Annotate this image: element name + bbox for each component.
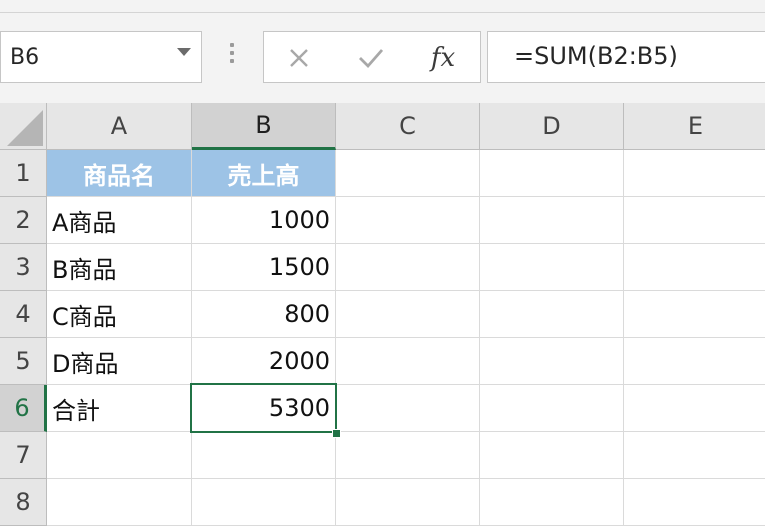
column-header-c[interactable]: C — [336, 103, 480, 150]
cell-a1[interactable]: 商品名 — [47, 150, 192, 197]
row-header-6[interactable]: 6 — [0, 385, 47, 432]
cell-c1[interactable] — [336, 150, 480, 197]
cell-e6[interactable] — [624, 385, 765, 432]
name-box-value: B6 — [10, 45, 40, 70]
cell-c3[interactable] — [336, 244, 480, 291]
cell-a3[interactable]: B商品 — [47, 244, 192, 291]
fill-handle[interactable] — [332, 429, 341, 438]
formula-text: =SUM(B2:B5) — [514, 42, 678, 70]
cell-e2[interactable] — [624, 197, 765, 244]
cell-b2[interactable]: 1000 — [192, 197, 336, 244]
cell-a6[interactable]: 合計 — [47, 385, 192, 432]
cell-b7[interactable] — [192, 432, 336, 479]
cell-d3[interactable] — [480, 244, 624, 291]
cell-c6[interactable] — [336, 385, 480, 432]
formula-buttons: fx — [263, 31, 481, 83]
cell-d2[interactable] — [480, 197, 624, 244]
row-header-3[interactable]: 3 — [0, 244, 47, 291]
cell-e8[interactable] — [624, 479, 765, 526]
cell-e7[interactable] — [624, 432, 765, 479]
row-header-1[interactable]: 1 — [0, 150, 47, 197]
row-header-2[interactable]: 2 — [0, 197, 47, 244]
cell-b4[interactable]: 800 — [192, 291, 336, 338]
row-header-8[interactable]: 8 — [0, 479, 47, 526]
close-icon — [290, 49, 308, 67]
row-header-5[interactable]: 5 — [0, 338, 47, 385]
cell-b6[interactable]: 5300 — [192, 385, 336, 432]
insert-function-button[interactable]: fx — [420, 40, 466, 76]
cell-c5[interactable] — [336, 338, 480, 385]
cell-d4[interactable] — [480, 291, 624, 338]
spreadsheet-grid: A B C D E 1 2 3 4 5 6 7 8 商品名 売上高 A商品 10… — [0, 103, 765, 526]
column-header-d[interactable]: D — [480, 103, 624, 150]
row-header-4[interactable]: 4 — [0, 291, 47, 338]
cell-b5[interactable]: 2000 — [192, 338, 336, 385]
column-header-a[interactable]: A — [47, 103, 192, 150]
cell-d5[interactable] — [480, 338, 624, 385]
cell-a4[interactable]: C商品 — [47, 291, 192, 338]
cell-e3[interactable] — [624, 244, 765, 291]
cell-d8[interactable] — [480, 479, 624, 526]
cell-d1[interactable] — [480, 150, 624, 197]
cell-b3[interactable]: 1500 — [192, 244, 336, 291]
check-icon — [359, 49, 384, 69]
cell-a7[interactable] — [47, 432, 192, 479]
column-header-e[interactable]: E — [624, 103, 765, 150]
cell-a5[interactable]: D商品 — [47, 338, 192, 385]
cell-c2[interactable] — [336, 197, 480, 244]
cell-c8[interactable] — [336, 479, 480, 526]
cell-d7[interactable] — [480, 432, 624, 479]
ribbon-strip — [0, 0, 765, 13]
select-all-button[interactable] — [0, 103, 47, 150]
name-box[interactable]: B6 — [0, 31, 202, 83]
select-all-icon — [7, 110, 43, 146]
cell-b8[interactable] — [192, 479, 336, 526]
cell-d6[interactable] — [480, 385, 624, 432]
cell-c7[interactable] — [336, 432, 480, 479]
cell-b1[interactable]: 売上高 — [192, 150, 336, 197]
cell-c4[interactable] — [336, 291, 480, 338]
cancel-button[interactable] — [276, 40, 322, 76]
cell-a2[interactable]: A商品 — [47, 197, 192, 244]
cell-e4[interactable] — [624, 291, 765, 338]
formula-input[interactable]: =SUM(B2:B5) — [487, 31, 765, 83]
cell-e5[interactable] — [624, 338, 765, 385]
cell-a8[interactable] — [47, 479, 192, 526]
enter-button[interactable] — [348, 40, 394, 76]
cell-e1[interactable] — [624, 150, 765, 197]
column-header-b[interactable]: B — [192, 103, 336, 150]
chevron-down-icon[interactable] — [177, 48, 191, 56]
drag-handle-icon[interactable] — [229, 43, 235, 69]
formula-bar: B6 fx =SUM(B2:B5) — [0, 13, 765, 103]
row-header-7[interactable]: 7 — [0, 432, 47, 479]
